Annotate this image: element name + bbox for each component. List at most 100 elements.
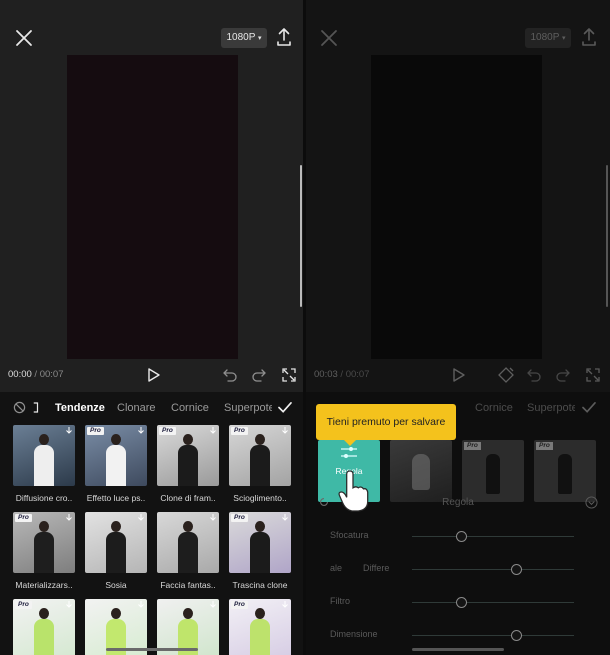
scrollbar[interactable] bbox=[300, 165, 302, 307]
play-icon[interactable] bbox=[449, 366, 467, 384]
effect-tile[interactable]: Pro Materializzars.. bbox=[13, 512, 75, 590]
effect-thumbnail: Pro bbox=[13, 512, 75, 573]
slider-track[interactable] bbox=[412, 536, 574, 537]
confirm-check-icon[interactable] bbox=[581, 401, 597, 414]
person-silhouette bbox=[34, 619, 54, 655]
total-time: 00:07 bbox=[39, 369, 64, 380]
download-icon[interactable] bbox=[209, 513, 217, 522]
resolution-selector[interactable]: 1080P ▾ bbox=[221, 28, 267, 48]
effect-tile[interactable]: Pro Effetto luce ps.. bbox=[85, 425, 147, 503]
undo-icon[interactable] bbox=[525, 366, 543, 384]
person-silhouette bbox=[34, 532, 54, 573]
bracket-icon[interactable] bbox=[33, 401, 39, 414]
effect-thumbnail: Pro bbox=[157, 425, 219, 486]
person-silhouette bbox=[39, 434, 49, 445]
pro-badge: Pro bbox=[231, 514, 248, 522]
slider-knob[interactable] bbox=[510, 564, 522, 575]
slider-knob[interactable] bbox=[455, 597, 467, 608]
redo-icon[interactable] bbox=[554, 366, 572, 384]
effect-tile[interactable]: Pro bbox=[534, 440, 596, 502]
keyframe-icon[interactable] bbox=[497, 366, 515, 384]
slider-label: Sfocatura bbox=[330, 530, 369, 540]
effect-tile[interactable]: Pro Scioglimento.. bbox=[229, 425, 291, 503]
slider-knob[interactable] bbox=[510, 630, 522, 641]
slider-label: Filtro bbox=[330, 596, 350, 606]
person-silhouette bbox=[34, 445, 54, 486]
undo-icon[interactable] bbox=[221, 366, 239, 384]
tab-superpote[interactable]: Superpote bbox=[224, 402, 272, 414]
slider-track[interactable] bbox=[412, 569, 574, 570]
download-icon[interactable] bbox=[65, 513, 73, 522]
section-title: Regola bbox=[442, 497, 474, 508]
effect-caption: Diffusione cro.. bbox=[15, 493, 73, 503]
slider-label: ale bbox=[330, 563, 343, 573]
scrollbar[interactable] bbox=[606, 165, 608, 307]
effect-tile[interactable] bbox=[390, 440, 452, 502]
effect-tile[interactable]: Pro Clone di fram.. bbox=[157, 425, 219, 503]
slider-knob[interactable] bbox=[455, 531, 467, 542]
download-icon[interactable] bbox=[281, 513, 289, 522]
effect-thumbnail bbox=[85, 599, 147, 655]
download-icon[interactable] bbox=[65, 600, 73, 609]
effect-thumbnail: Pro bbox=[85, 425, 147, 486]
video-preview[interactable] bbox=[67, 55, 238, 359]
effect-thumbnail bbox=[13, 425, 75, 486]
redo-icon[interactable] bbox=[250, 366, 268, 384]
person-silhouette bbox=[183, 434, 193, 445]
download-icon[interactable] bbox=[137, 600, 145, 609]
person-silhouette bbox=[250, 619, 270, 655]
fullscreen-icon[interactable] bbox=[584, 366, 602, 384]
download-icon[interactable] bbox=[281, 600, 289, 609]
effect-tile[interactable]: Diffusione cro.. bbox=[13, 425, 75, 503]
resolution-label: 1080P bbox=[226, 32, 256, 43]
close-icon[interactable] bbox=[14, 28, 34, 48]
person-silhouette bbox=[178, 532, 198, 573]
timecode: 00:00 / 00:07 bbox=[8, 369, 63, 380]
effect-tile[interactable] bbox=[85, 599, 147, 655]
export-upload-icon[interactable] bbox=[581, 27, 597, 47]
effect-tile[interactable]: Pro bbox=[13, 599, 75, 655]
effect-tile[interactable]: Pro bbox=[462, 440, 524, 502]
slider-row: Dimensione bbox=[306, 628, 610, 644]
tab-cornice[interactable]: Cornice bbox=[475, 402, 513, 414]
effect-thumbnail: Pro bbox=[229, 599, 291, 655]
person-silhouette bbox=[111, 434, 121, 445]
tab-superpote[interactable]: Superpote bbox=[527, 402, 575, 414]
export-upload-icon[interactable] bbox=[276, 27, 292, 47]
effect-caption: Faccia fantas.. bbox=[160, 580, 216, 590]
effect-tile[interactable]: Faccia fantas.. bbox=[157, 512, 219, 590]
slider-track[interactable] bbox=[412, 635, 574, 636]
download-icon[interactable] bbox=[281, 426, 289, 435]
effect-tile[interactable]: Pro Trascina clone bbox=[229, 512, 291, 590]
effects-tabs: Tendenze Clonare Cornice Superpote bbox=[0, 400, 303, 418]
current-time: 00:00 bbox=[8, 369, 32, 380]
effect-tile[interactable]: Sosia bbox=[85, 512, 147, 590]
download-icon[interactable] bbox=[65, 426, 73, 435]
confirm-check-icon[interactable] bbox=[277, 401, 293, 414]
pro-badge: Pro bbox=[536, 442, 553, 450]
tab-tendenze[interactable]: Tendenze bbox=[55, 402, 105, 414]
collapse-chevron-icon[interactable] bbox=[585, 496, 598, 509]
effect-thumbnail: Pro bbox=[229, 512, 291, 573]
total-time: 00:07 bbox=[345, 369, 370, 380]
download-icon[interactable] bbox=[137, 513, 145, 522]
download-icon[interactable] bbox=[137, 426, 145, 435]
play-icon[interactable] bbox=[144, 366, 162, 384]
slider-track[interactable] bbox=[412, 602, 574, 603]
no-effect-icon[interactable] bbox=[13, 401, 26, 414]
effect-thumbnail bbox=[85, 512, 147, 573]
close-icon[interactable] bbox=[319, 28, 339, 48]
person-silhouette bbox=[106, 532, 126, 573]
fullscreen-icon[interactable] bbox=[280, 366, 298, 384]
download-icon[interactable] bbox=[209, 600, 217, 609]
download-icon[interactable] bbox=[209, 426, 217, 435]
video-preview[interactable] bbox=[371, 55, 542, 359]
save-hint-tooltip: Tieni premuto per salvare bbox=[316, 404, 456, 440]
effect-tile[interactable] bbox=[157, 599, 219, 655]
pro-badge: Pro bbox=[231, 427, 248, 435]
tab-cornice[interactable]: Cornice bbox=[171, 402, 209, 414]
resolution-selector[interactable]: 1080P ▾ bbox=[525, 28, 571, 48]
effect-tile[interactable]: Pro bbox=[229, 599, 291, 655]
person-silhouette bbox=[111, 521, 121, 532]
tab-clonare[interactable]: Clonare bbox=[117, 402, 156, 414]
